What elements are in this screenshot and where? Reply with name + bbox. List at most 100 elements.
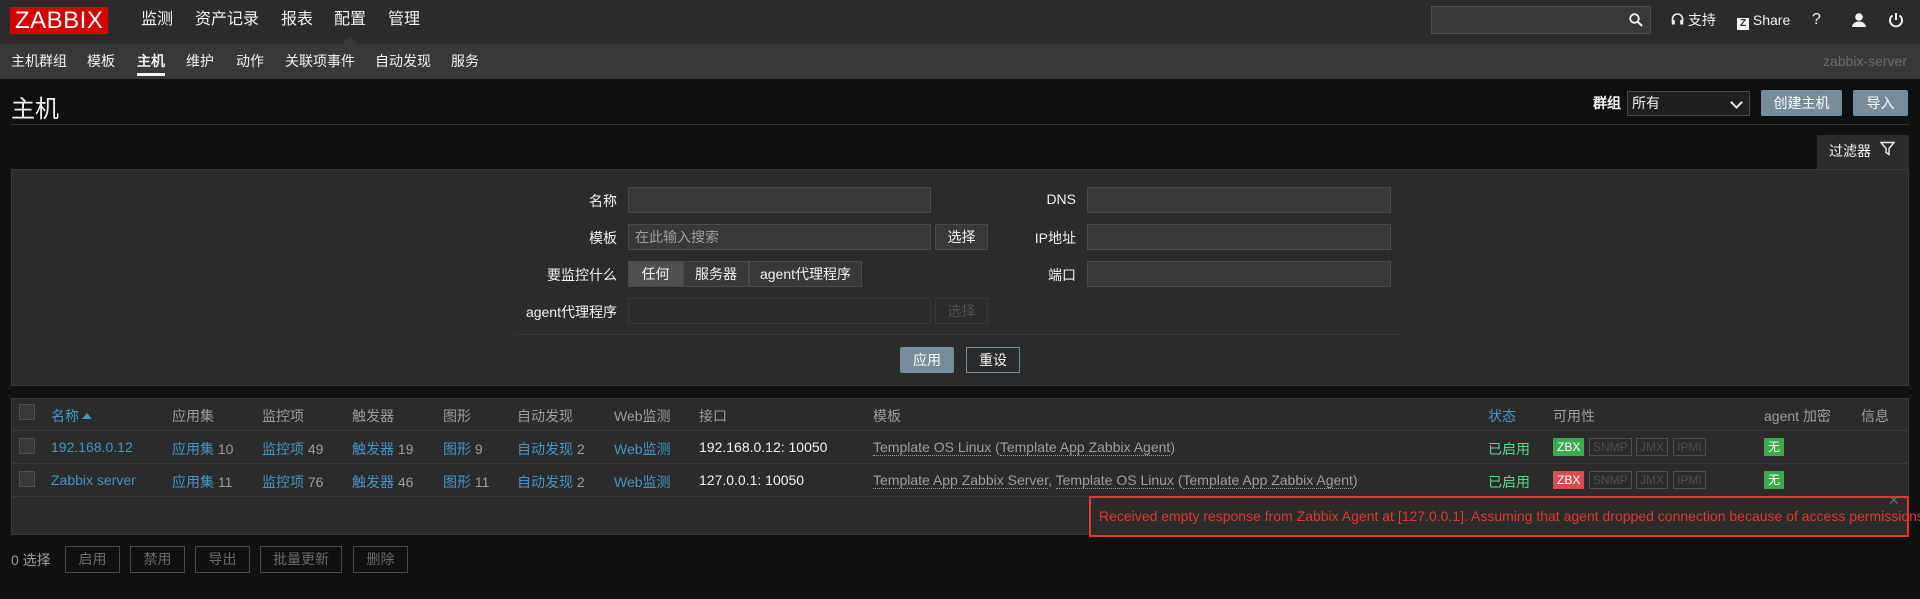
- row-checkbox[interactable]: [19, 438, 35, 454]
- host-name-link[interactable]: Zabbix server: [51, 472, 136, 488]
- column-header-info: 信息: [1861, 408, 1889, 424]
- template-link[interactable]: Template App Zabbix Server: [873, 472, 1049, 489]
- mass-update-button[interactable]: 批量更新: [260, 546, 342, 573]
- template-link[interactable]: Template OS Linux: [873, 439, 992, 456]
- submenu-maintenance[interactable]: 维护: [186, 44, 214, 79]
- header-divider: [11, 124, 1909, 125]
- graphs-cell: 图形 9: [443, 439, 483, 459]
- monitored-server-option[interactable]: 服务器: [683, 261, 749, 287]
- port-input[interactable]: [1087, 261, 1391, 287]
- create-host-button[interactable]: 创建主机: [1761, 90, 1842, 116]
- template-link[interactable]: Template OS Linux: [1055, 472, 1174, 489]
- search-icon[interactable]: [1629, 13, 1643, 27]
- menu-reports[interactable]: 报表: [281, 0, 313, 44]
- graphs-link[interactable]: 图形: [443, 474, 471, 490]
- menu-inventory[interactable]: 资产记录: [195, 0, 259, 44]
- triggers-link[interactable]: 触发器: [352, 441, 394, 457]
- encryption-badge: 无: [1764, 471, 1785, 489]
- interface-cell: 127.0.0.1: 10050: [699, 472, 805, 488]
- web-link[interactable]: Web监测: [614, 472, 671, 492]
- triggers-cell: 触发器 19: [352, 439, 413, 459]
- web-link[interactable]: Web监测: [614, 439, 671, 459]
- zbx-availability-badge[interactable]: ZBX: [1553, 471, 1585, 489]
- menu-administration[interactable]: 管理: [388, 0, 420, 44]
- triggers-link[interactable]: 触发器: [352, 474, 394, 490]
- monitored-by-label: 要监控什么: [547, 267, 617, 283]
- share-link[interactable]: Z Share: [1737, 0, 1790, 40]
- template-search-input[interactable]: 在此输入搜索: [628, 224, 931, 250]
- template-separator: ,: [1048, 472, 1056, 488]
- items-link[interactable]: 监控项: [262, 441, 304, 457]
- submenu-host-groups[interactable]: 主机群组: [11, 44, 67, 79]
- submenu-templates[interactable]: 模板: [87, 44, 115, 79]
- menu-monitoring[interactable]: 监测: [141, 0, 173, 44]
- discovery-count: 2: [576, 441, 585, 457]
- support-link[interactable]: 支持: [1671, 0, 1716, 40]
- sort-asc-icon: [82, 413, 92, 419]
- host-name-link[interactable]: 192.168.0.12: [51, 439, 133, 455]
- group-select-value: 所有: [1632, 95, 1660, 111]
- apply-button[interactable]: 应用: [900, 347, 954, 373]
- filter-panel: [11, 169, 1909, 386]
- export-button[interactable]: 导出: [195, 546, 250, 573]
- column-header-templates: 模板: [873, 408, 901, 424]
- discovery-link[interactable]: 自动发现: [517, 474, 573, 490]
- monitored-any-option[interactable]: 任何: [628, 261, 683, 287]
- select-all-checkbox[interactable]: [19, 404, 35, 420]
- name-label: 名称: [589, 193, 617, 209]
- status-enabled-link[interactable]: 已启用: [1488, 472, 1530, 492]
- submenu-actions[interactable]: 动作: [236, 44, 264, 79]
- template-paren: (: [991, 439, 1000, 455]
- applications-cell: 应用集 10: [172, 439, 233, 459]
- proxy-input[interactable]: [628, 298, 931, 324]
- user-profile-icon[interactable]: [1851, 12, 1867, 28]
- items-count: 76: [307, 474, 324, 490]
- submenu-hosts[interactable]: 主机: [137, 44, 165, 76]
- share-label: Share: [1752, 12, 1791, 28]
- zabbix-logo[interactable]: ZABBIX: [10, 7, 109, 34]
- items-link[interactable]: 监控项: [262, 474, 304, 490]
- monitored-proxy-option[interactable]: agent代理程序: [749, 261, 862, 287]
- disable-button[interactable]: 禁用: [130, 546, 185, 573]
- dns-input[interactable]: [1087, 187, 1391, 213]
- close-icon[interactable]: ✕: [1888, 492, 1900, 509]
- name-input[interactable]: [628, 187, 931, 213]
- enable-button[interactable]: 启用: [65, 546, 120, 573]
- column-header-name[interactable]: 名称: [51, 406, 92, 426]
- group-select[interactable]: 所有: [1627, 91, 1750, 116]
- search-input[interactable]: [1431, 6, 1651, 34]
- submenu-services[interactable]: 服务: [451, 44, 479, 79]
- headset-icon: [1671, 13, 1684, 25]
- ip-input[interactable]: [1087, 224, 1391, 250]
- graphs-link[interactable]: 图形: [443, 441, 471, 457]
- submenu-event-correlation[interactable]: 关联项事件: [285, 44, 355, 79]
- power-logout-icon[interactable]: [1888, 12, 1904, 28]
- import-button[interactable]: 导入: [1853, 90, 1908, 116]
- snmp-availability-badge: SNMP: [1589, 471, 1632, 489]
- template-link[interactable]: Template App Zabbix Agent: [1182, 472, 1353, 489]
- discovery-link[interactable]: 自动发现: [517, 441, 573, 457]
- discovery-cell: 自动发现 2: [517, 472, 585, 492]
- triggers-count: 19: [397, 441, 414, 457]
- applications-link[interactable]: 应用集: [172, 474, 214, 490]
- reset-button[interactable]: 重设: [966, 347, 1020, 373]
- snmp-availability-badge: SNMP: [1589, 438, 1632, 456]
- column-header-applications: 应用集: [172, 408, 214, 424]
- template-select-button[interactable]: 选择: [935, 224, 988, 250]
- delete-button[interactable]: 删除: [353, 546, 408, 573]
- filter-divider: [515, 334, 1400, 335]
- menu-configuration[interactable]: 配置: [334, 0, 366, 44]
- applications-link[interactable]: 应用集: [172, 441, 214, 457]
- column-header-status[interactable]: 状态: [1488, 406, 1516, 426]
- template-label: 模板: [589, 230, 617, 246]
- proxy-select-button[interactable]: 选择: [935, 298, 988, 324]
- ipmi-availability-badge: IPMI: [1673, 438, 1706, 456]
- status-enabled-link[interactable]: 已启用: [1488, 439, 1530, 459]
- help-icon[interactable]: ?: [1812, 0, 1821, 40]
- submenu-discovery[interactable]: 自动发现: [375, 44, 431, 79]
- graphs-count: 9: [474, 441, 483, 457]
- discovery-cell: 自动发现 2: [517, 439, 585, 459]
- row-checkbox[interactable]: [19, 471, 35, 487]
- template-link[interactable]: Template App Zabbix Agent: [999, 439, 1171, 456]
- applications-count: 11: [217, 474, 233, 490]
